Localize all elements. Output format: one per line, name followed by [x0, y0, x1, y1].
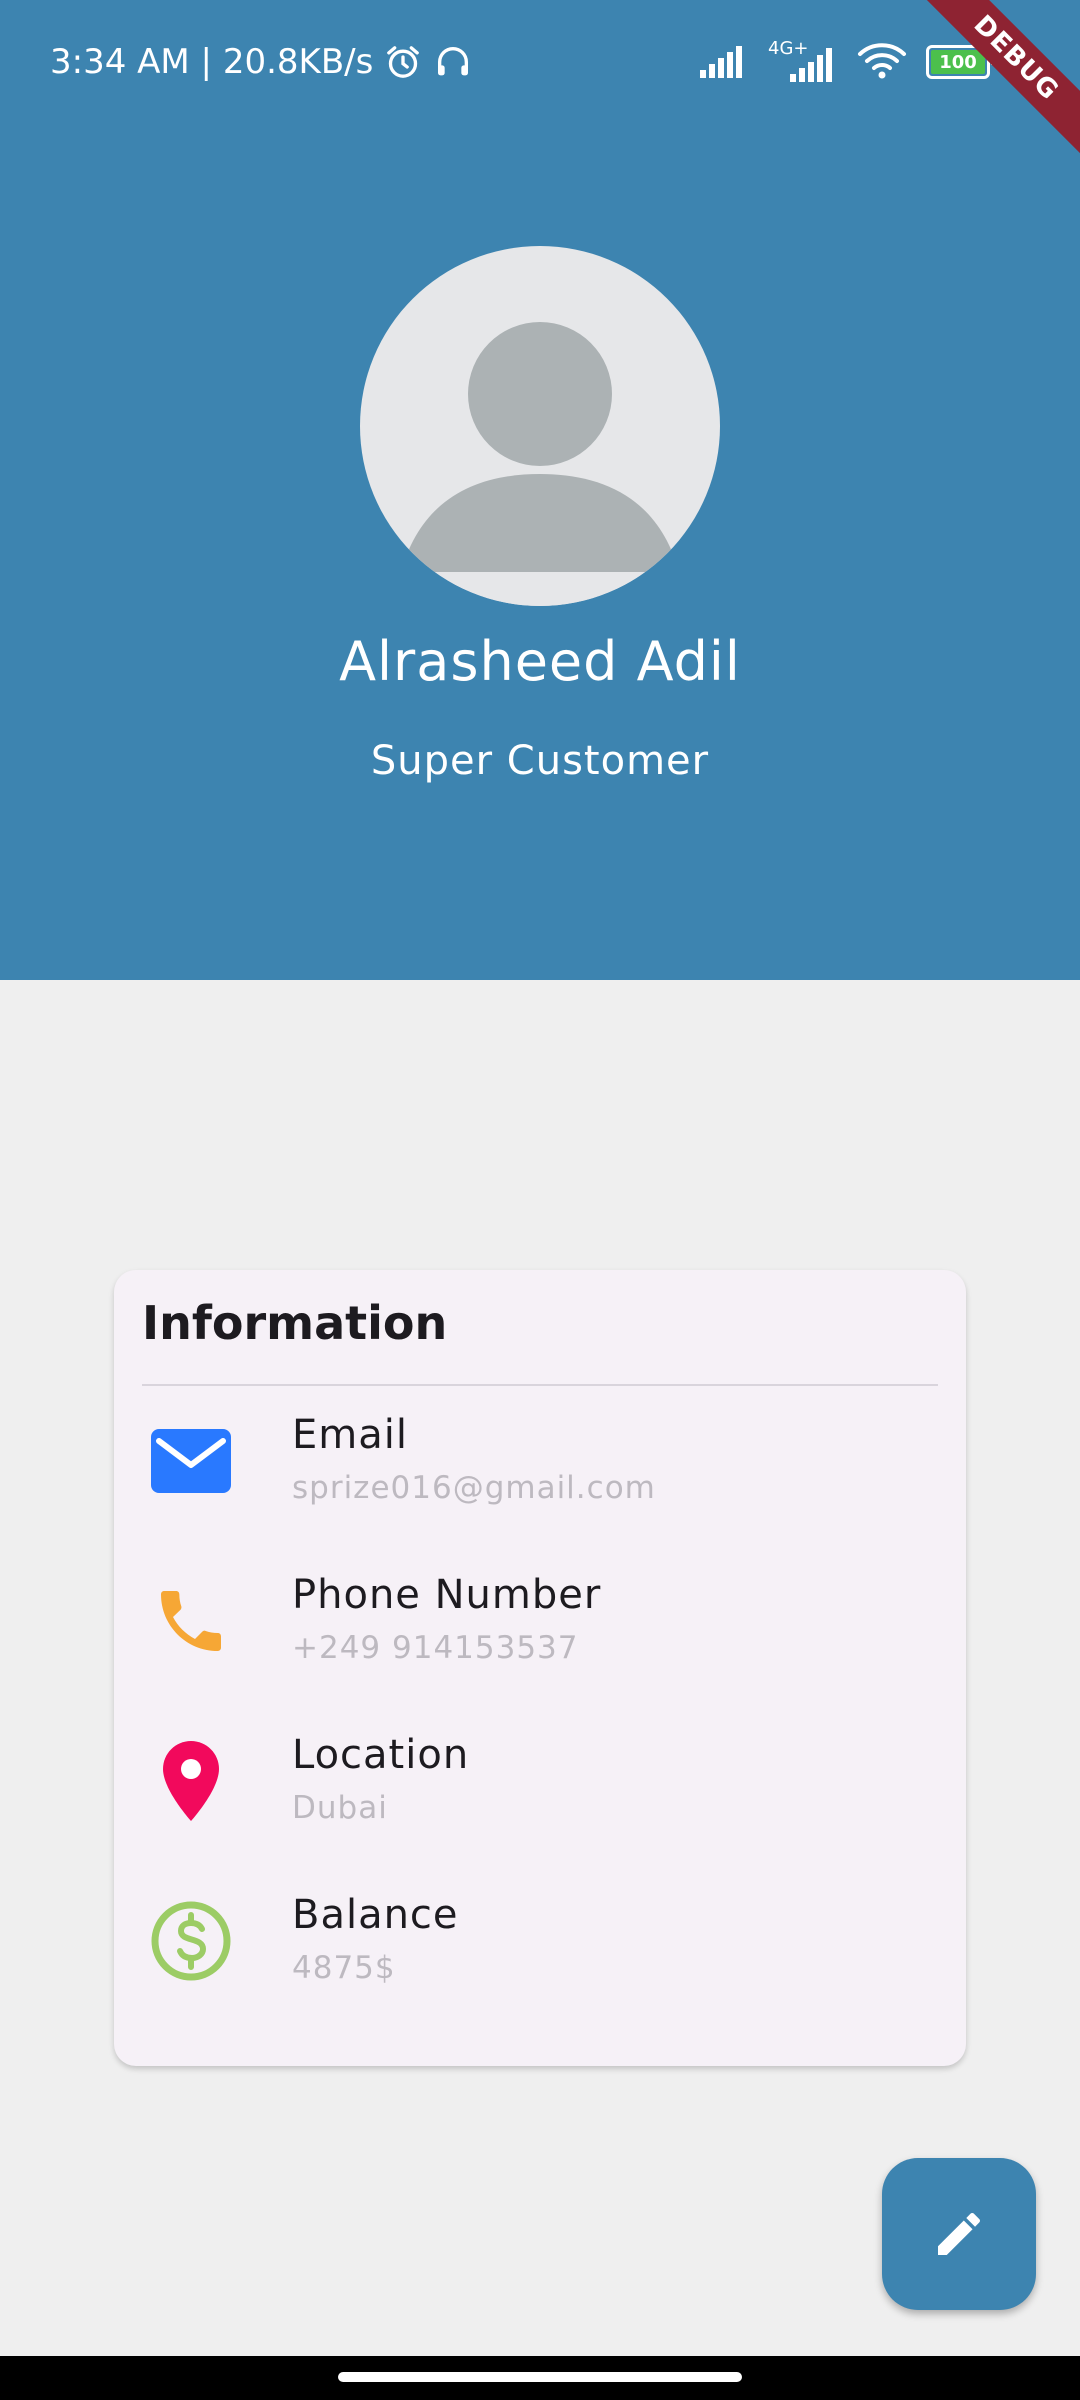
- information-card: Information Email sprize016@gmail.com Ph…: [114, 1270, 966, 2066]
- info-row-email[interactable]: Email sprize016@gmail.com: [114, 1412, 966, 1552]
- info-label: Location: [292, 1732, 470, 1778]
- dollar-icon: [146, 1896, 236, 1986]
- wifi-icon: [856, 40, 908, 84]
- status-left: 3:34 AM | 20.8KB/s: [50, 38, 473, 86]
- battery-level: 100: [939, 51, 977, 73]
- profile-header: 3:34 AM | 20.8KB/s 4G+ 100 DEBUG Alrashe…: [0, 0, 1080, 980]
- info-label: Phone Number: [292, 1572, 602, 1618]
- signal-strength-icon: [700, 42, 750, 82]
- signal-4g-icon: 4G+: [768, 38, 838, 82]
- card-title: Information: [142, 1296, 448, 1350]
- info-label: Email: [292, 1412, 408, 1458]
- phone-icon: [146, 1576, 236, 1666]
- info-row-location[interactable]: Location Dubai: [114, 1732, 966, 1872]
- info-row-balance[interactable]: Balance 4875$: [114, 1892, 966, 2032]
- headphones-icon: [433, 42, 473, 82]
- system-navigation-bar: [0, 2356, 1080, 2400]
- info-value: sprize016@gmail.com: [292, 1470, 656, 1506]
- edit-profile-button[interactable]: [882, 2158, 1036, 2310]
- info-value: +249 914153537: [292, 1630, 579, 1666]
- profile-role: Super Customer: [370, 738, 710, 784]
- info-value: Dubai: [292, 1790, 388, 1826]
- email-icon: [146, 1416, 236, 1506]
- status-bar: 3:34 AM | 20.8KB/s 4G+ 100 DEBUG: [0, 0, 1080, 166]
- profile-name: Alrasheed Adil: [339, 630, 741, 693]
- avatar[interactable]: [360, 246, 720, 606]
- info-label: Balance: [292, 1892, 459, 1938]
- info-row-phone[interactable]: Phone Number +249 914153537: [114, 1572, 966, 1712]
- home-indicator[interactable]: [338, 2372, 742, 2382]
- alarm-icon: [383, 42, 423, 82]
- status-right: 4G+ 100: [700, 38, 996, 86]
- edit-pencil-icon: [938, 2212, 981, 2255]
- status-time-speed: 3:34 AM | 20.8KB/s: [50, 42, 374, 82]
- person-placeholder-icon: [360, 322, 720, 606]
- info-value: 4875$: [292, 1950, 396, 1986]
- location-pin-icon: [146, 1736, 236, 1826]
- card-divider: [142, 1384, 938, 1386]
